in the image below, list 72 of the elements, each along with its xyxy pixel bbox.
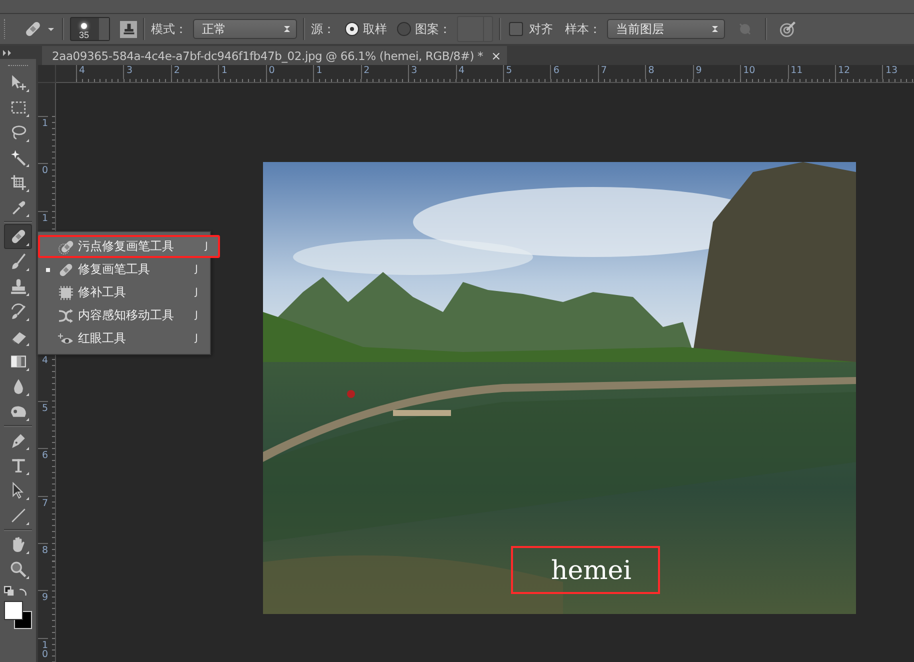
- menu-item[interactable]: 内容感知移动工具 J: [38, 304, 210, 327]
- line-icon: [10, 507, 26, 524]
- ruler-number: 5: [38, 400, 48, 448]
- stamp-icon[interactable]: [120, 20, 137, 38]
- ruler-number: 11: [788, 65, 835, 79]
- ruler-number: 8: [38, 542, 48, 590]
- document-tab[interactable]: 2aa09365-584a-4c4e-a7bf-dc946f1fb47b_02.jpg @ 66.1% (hemei, RGB/8#) * ×: [42, 46, 507, 65]
- move-icon: [10, 74, 26, 91]
- crossed-arrows-icon: [58, 308, 74, 324]
- ruler-number: 0: [266, 65, 314, 79]
- menu-item[interactable]: 修补工具 J: [38, 281, 210, 304]
- ruler-number: 7: [38, 496, 48, 543]
- menu-item[interactable]: 污点修复画笔工具 J: [38, 235, 220, 258]
- ruler-number: 0: [38, 163, 48, 211]
- ruler-number: 3: [408, 65, 456, 79]
- mode-dropdown[interactable]: 正常: [193, 19, 297, 39]
- ruler-number: 1: [313, 65, 361, 79]
- ruler-number: 13: [882, 65, 914, 79]
- brush-size-picker[interactable]: 35: [70, 17, 110, 41]
- stamp-icon: [10, 278, 26, 295]
- type-icon: [10, 457, 26, 474]
- ruler-number: 6: [550, 65, 598, 79]
- expand-icon[interactable]: [3, 50, 13, 56]
- patch-icon: [58, 284, 74, 300]
- ruler-number: 10: [740, 65, 788, 79]
- ruler-number: 1: [218, 65, 266, 79]
- menu-item[interactable]: 修复画笔工具 J: [38, 258, 210, 281]
- ruler-number: 2: [360, 65, 408, 79]
- sample-label: 样本：: [565, 20, 601, 38]
- aligned-label: 对齐: [529, 20, 553, 38]
- ruler-number: 10: [38, 638, 48, 662]
- ruler-number: 4: [456, 65, 503, 79]
- menu-item[interactable]: 红眼工具 J: [38, 327, 210, 350]
- pen-icon: [10, 432, 26, 449]
- ruler-number: 2: [170, 65, 218, 79]
- spot-bandage-icon: [58, 238, 74, 254]
- bandage-tool[interactable]: [4, 224, 32, 249]
- ruler-number: 5: [502, 65, 550, 79]
- radio-button[interactable]: [397, 22, 411, 36]
- close-tab-button[interactable]: ×: [491, 48, 501, 62]
- color-swatches-icon[interactable]: [4, 601, 32, 629]
- ruler-number: 1: [38, 116, 48, 164]
- checkbox[interactable]: [509, 22, 523, 36]
- radio-label: 取样: [363, 20, 387, 38]
- zoom-icon: [10, 561, 26, 578]
- text-layer: hemei: [513, 548, 658, 592]
- gradient-icon: [10, 353, 26, 370]
- ruler-number: 4: [76, 65, 124, 79]
- ruler-number: 9: [692, 65, 740, 79]
- eyedropper-icon: [10, 199, 26, 216]
- ruler-number: 6: [38, 448, 48, 496]
- source-label: 源：: [311, 20, 335, 38]
- ruler-number: 12: [835, 65, 882, 79]
- crop-icon: [10, 174, 26, 191]
- bandage-icon: [10, 228, 26, 245]
- lasso-icon: [10, 124, 26, 141]
- mode-label: 模式：: [151, 20, 187, 38]
- pressure-icon[interactable]: [779, 20, 797, 38]
- ruler-number: 9: [38, 590, 48, 638]
- history-brush-icon: [10, 303, 26, 320]
- ruler-number: 7: [598, 65, 646, 79]
- radio-button[interactable]: [345, 22, 359, 36]
- brush-icon: [10, 253, 26, 270]
- ruler-number: 8: [645, 65, 693, 79]
- sponge-icon: [10, 403, 26, 420]
- magic-wand-icon: [10, 149, 26, 166]
- dashed-rectangle-icon: [10, 99, 26, 116]
- default-colors-icon[interactable]: [4, 586, 28, 598]
- sample-dropdown[interactable]: 当前图层: [607, 19, 725, 39]
- ruler-number: 3: [123, 65, 171, 79]
- eye-icon: [58, 330, 74, 346]
- radio-label: 图案：: [415, 20, 451, 38]
